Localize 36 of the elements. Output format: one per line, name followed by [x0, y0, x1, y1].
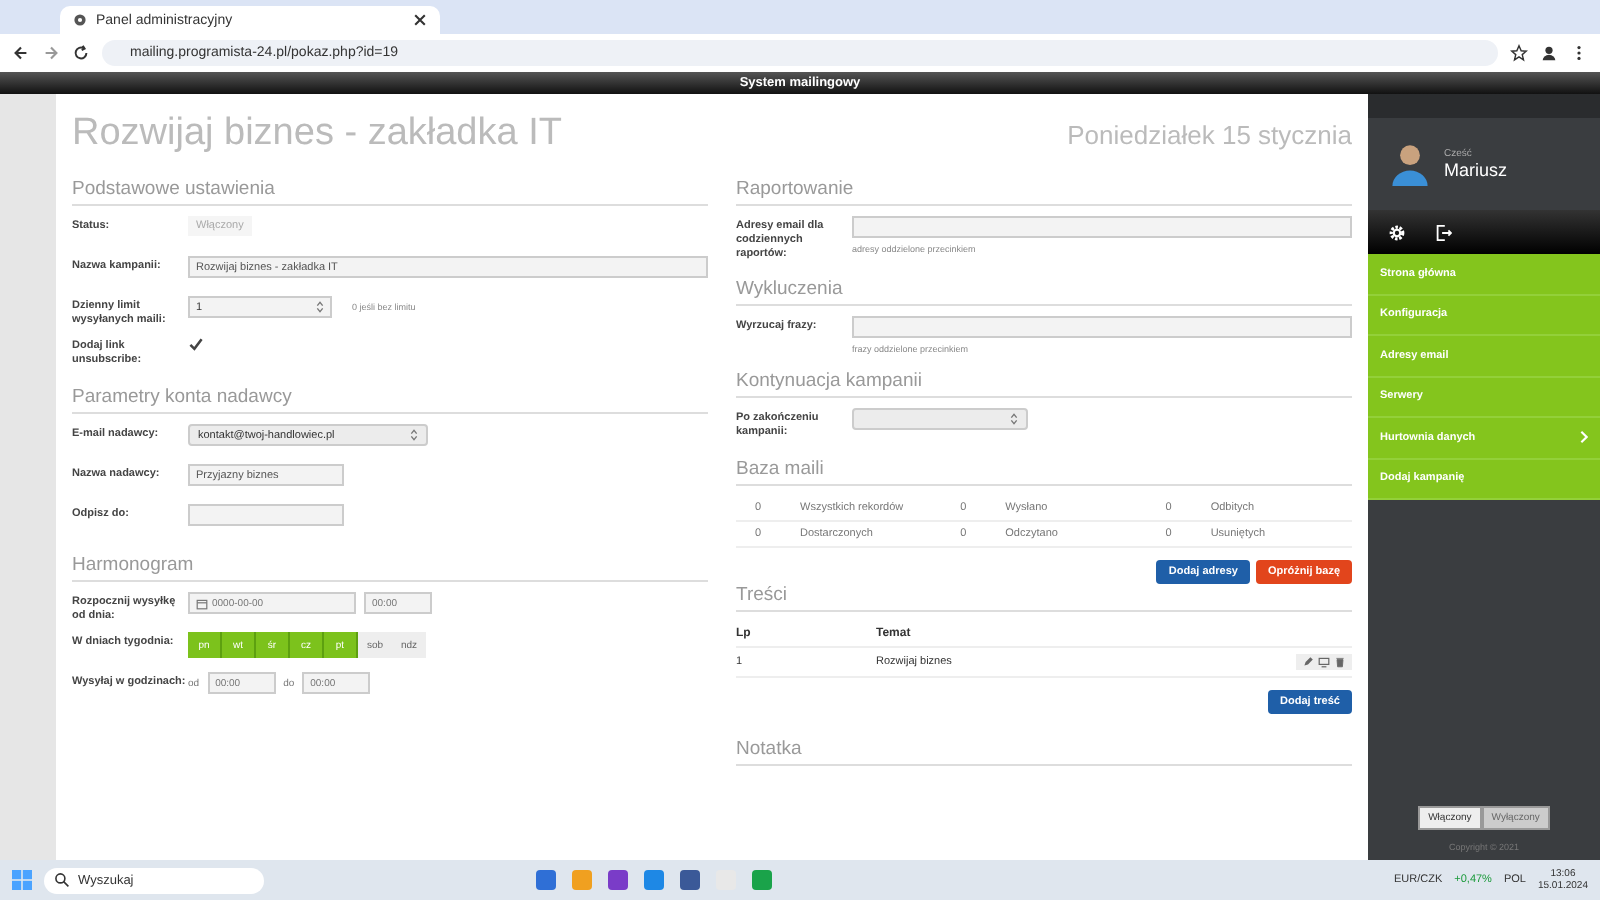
search-icon: [54, 872, 70, 888]
avatar-icon: [1388, 142, 1432, 186]
text-field[interactable]: [188, 504, 344, 526]
windows-logo-icon[interactable]: [12, 870, 32, 890]
close-icon[interactable]: [412, 12, 428, 28]
dropdown-arrows-icon: [1010, 412, 1018, 426]
back-icon[interactable]: [12, 44, 30, 62]
section-heading: Parametry konta nadawcy: [72, 386, 708, 414]
spinner-icon[interactable]: [316, 300, 324, 314]
section-heading: Raportowanie: [736, 178, 1352, 206]
reload-icon[interactable]: [72, 44, 90, 62]
section-heading: Kontynuacja kampanii: [736, 370, 1352, 398]
pencil-icon[interactable]: [1302, 656, 1314, 668]
section-heading: Wykluczenia: [736, 278, 1352, 306]
section-heading: Harmonogram: [72, 554, 708, 582]
calendar-icon: [196, 597, 208, 609]
star-icon[interactable]: [1510, 44, 1528, 62]
section-heading: Baza maili: [736, 458, 1352, 486]
chevron-icon: [1580, 430, 1588, 445]
user-name: Mariusz: [1444, 160, 1508, 180]
campaign-title: Rozwijaj biznes - zakładka IT: [72, 112, 562, 156]
section-heading: Notatka: [736, 738, 1352, 766]
text-field[interactable]: [852, 316, 1352, 338]
trash-icon[interactable]: [1334, 656, 1346, 668]
section-heading: Treści: [736, 584, 1352, 612]
select-field[interactable]: [852, 408, 1028, 430]
profile-icon[interactable]: [1540, 44, 1558, 62]
section-heading: Podstawowe ustawienia: [72, 178, 708, 206]
logout-icon[interactable]: [1434, 223, 1452, 241]
settings-icon[interactable]: [1388, 223, 1406, 241]
dropdown-arrows-icon: [410, 428, 418, 442]
forward-icon[interactable]: [42, 44, 60, 62]
monitor-icon[interactable]: [1318, 656, 1330, 668]
checkbox[interactable]: [188, 336, 204, 352]
date-label: Poniedziałek 15 stycznia: [1067, 119, 1352, 149]
text-field[interactable]: [852, 216, 1352, 238]
